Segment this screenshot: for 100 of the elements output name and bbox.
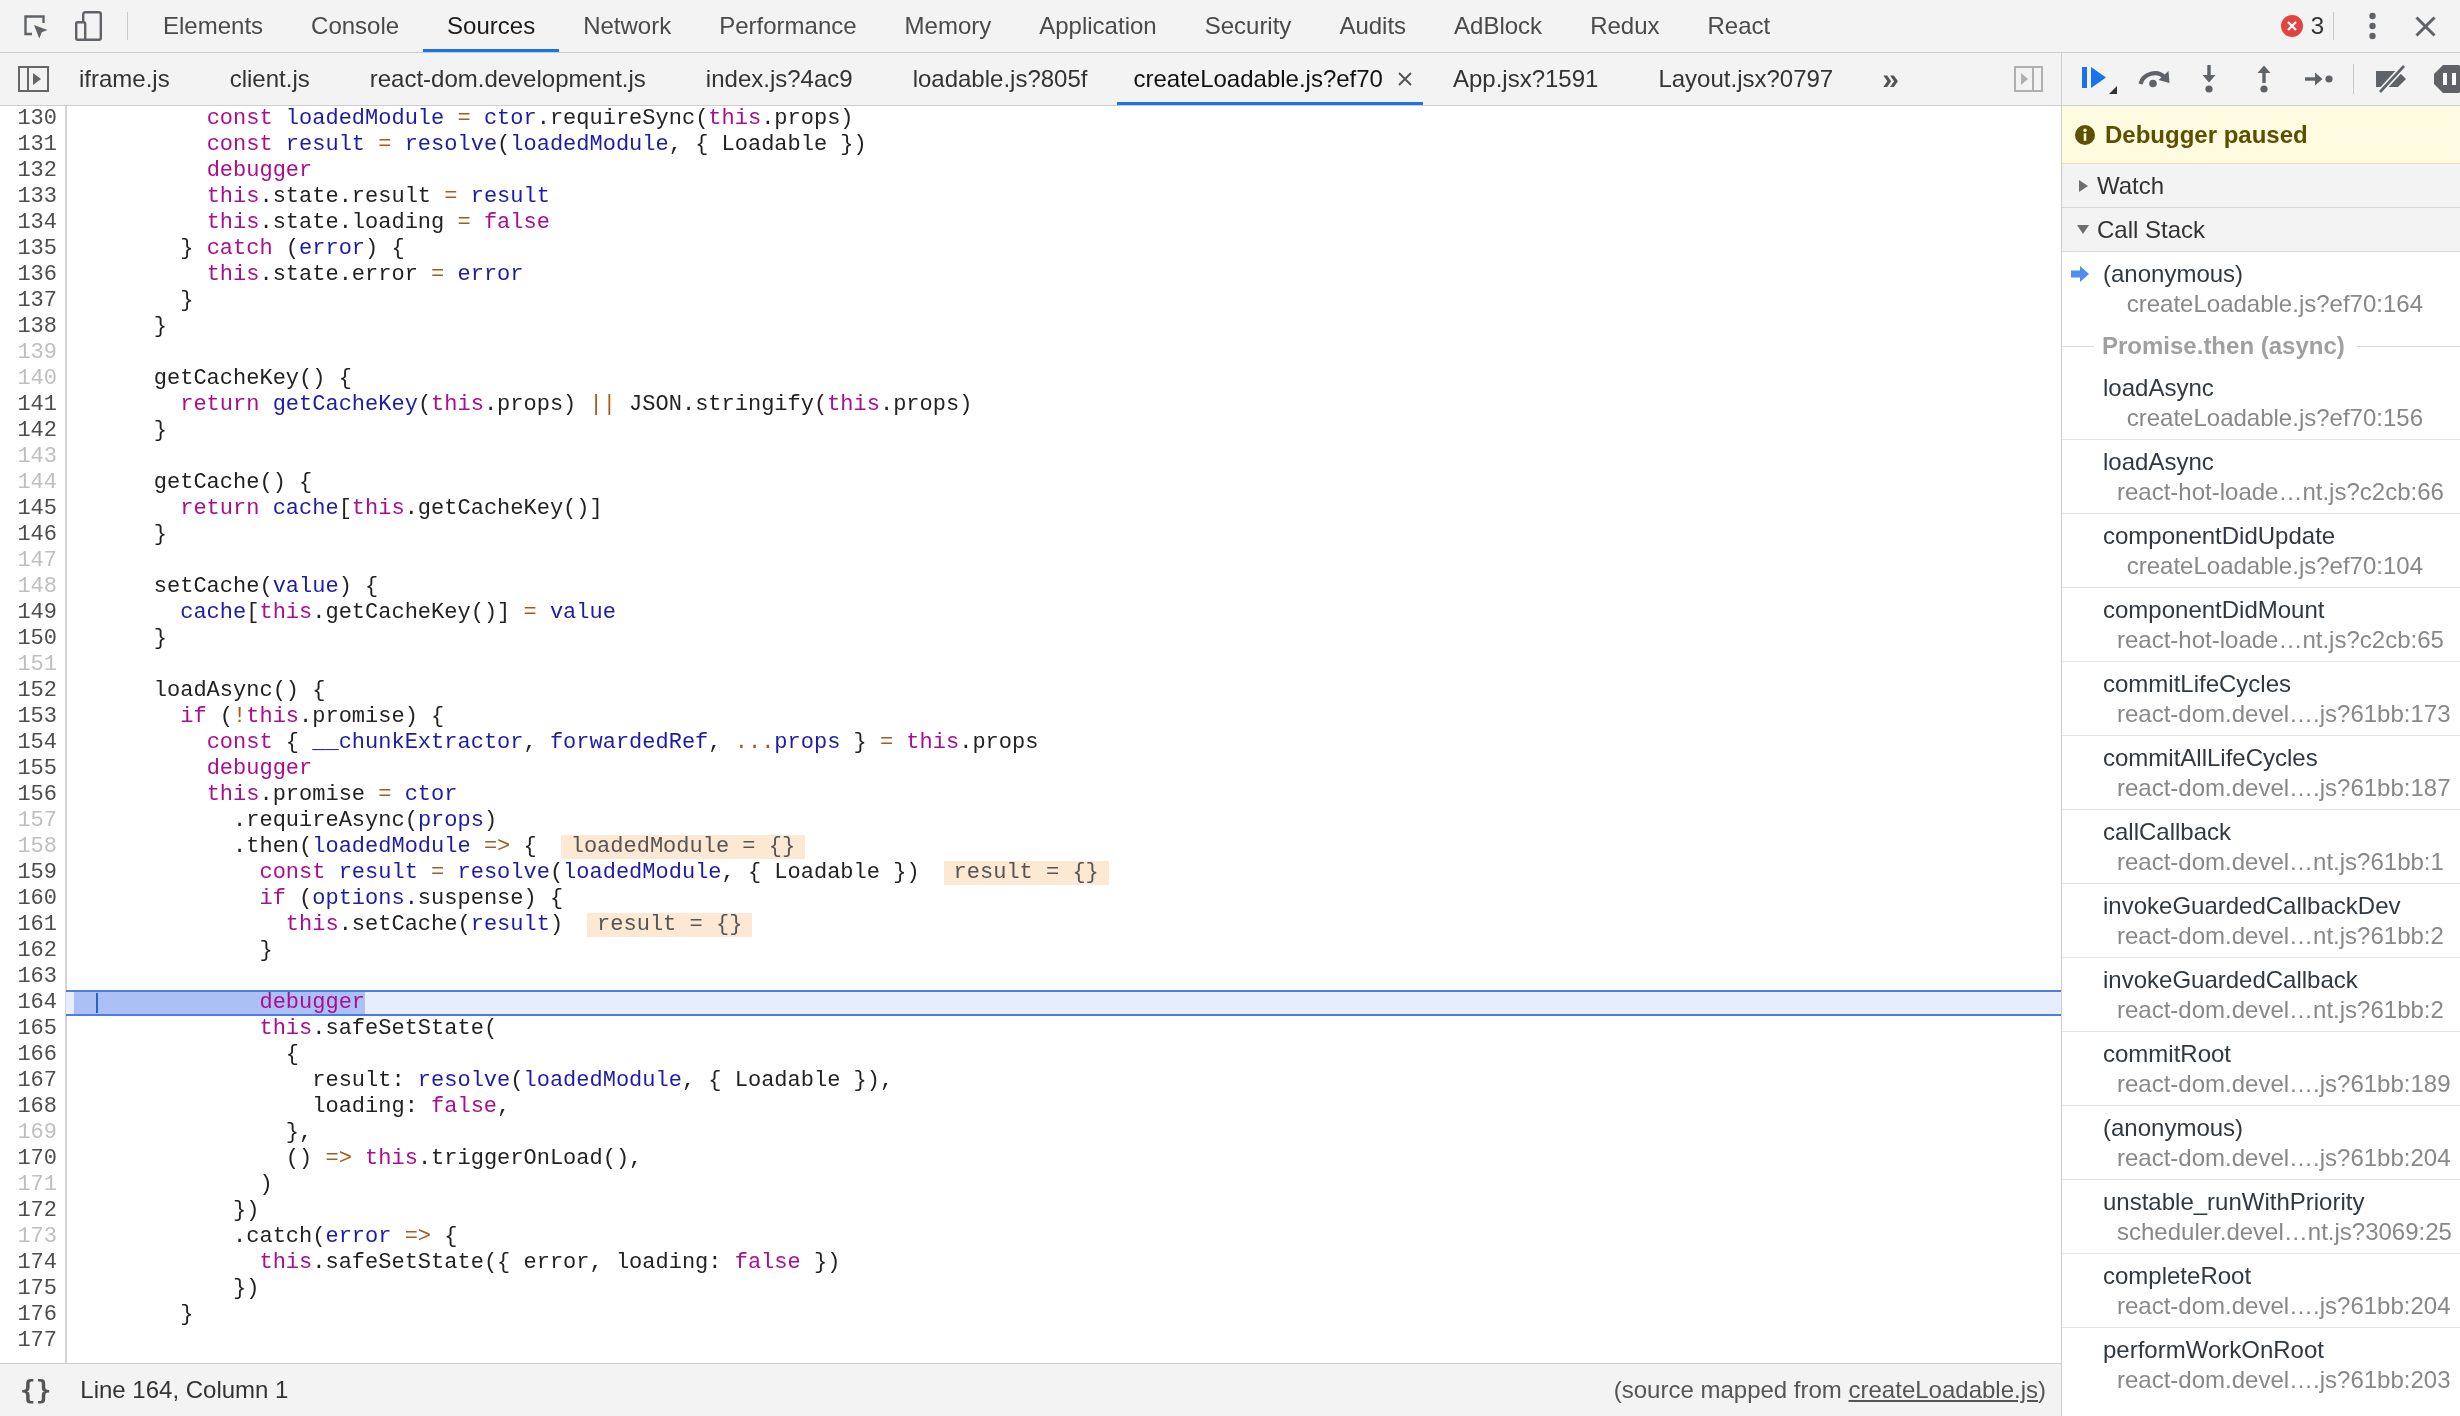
inline-value: result = {} [943, 861, 1109, 885]
call-frame[interactable]: loadAsync react-hot-loade…nt.js?c2cb:66 [2062, 440, 2460, 514]
down-arrow-dot-icon[interactable] [2201, 65, 2216, 93]
banner-text: Debugger paused [2105, 120, 2308, 149]
line-number: 164 [16, 990, 58, 1016]
call-frame[interactable]: unstable_runWithPriority scheduler.devel…nt.js?3069:25 [2062, 1180, 2460, 1254]
code-line: } catch (error) { [180, 238, 405, 260]
call-frame[interactable]: invokeGuardedCallback react-dom.devel…nt.js?61bb:2 [2062, 958, 2460, 1032]
error-counter-button[interactable]: 3 [2280, 12, 2324, 40]
code-line: () => this.triggerOnLoad(), [285, 1148, 643, 1170]
call-frame[interactable]: completeRoot react-dom.devel….js?61bb:204 [2062, 1254, 2460, 1328]
panel-tab[interactable]: Console [287, 0, 424, 52]
line-number: 149 [16, 600, 58, 626]
panel-tab[interactable]: Audits [1315, 0, 1431, 52]
line-number: 144 [16, 470, 58, 496]
call-frame[interactable]: loadAsync createLoadable.js?ef70:156 [2062, 366, 2460, 440]
sidebar-panel-icon[interactable] [18, 66, 49, 92]
call-frame[interactable]: componentDidMount react-hot-loade…nt.js?c2cb:65 [2062, 588, 2460, 662]
source-map-note: (source mapped from createLoadable.js) [1613, 1376, 2046, 1404]
more-tabs-button[interactable]: » [1880, 64, 1901, 94]
frame-name: (anonymous) [2103, 260, 2244, 288]
pointer-box-icon[interactable] [22, 12, 49, 40]
file-tab[interactable]: index.js?4ac9 [675, 53, 883, 105]
file-tab[interactable]: createLoadable.js?ef70 [1117, 53, 1423, 105]
line-number: 154 [16, 730, 58, 756]
line-number: 162 [16, 938, 58, 964]
frame-location: react-dom.devel….js?61bb:204 [2117, 1292, 2451, 1320]
code-line: this.state.loading = false [206, 212, 550, 234]
line-number: 151 [16, 652, 58, 678]
line-number: 133 [16, 184, 58, 210]
right-arrow-dot-icon[interactable] [2304, 72, 2333, 86]
bar-play-icon[interactable] [2080, 64, 2117, 94]
panel-tab[interactable]: Memory [880, 0, 1016, 52]
panel-tab[interactable]: Application [1015, 0, 1181, 52]
up-arrow-dot-icon[interactable] [2256, 65, 2271, 93]
line-number: 146 [16, 522, 58, 548]
panel-tab[interactable]: Network [559, 0, 696, 52]
frame-location: react-dom.devel….js?61bb:203 [2117, 1366, 2451, 1394]
close-icon[interactable] [2415, 15, 2436, 37]
frame-name: invokeGuardedCallback [2103, 966, 2358, 994]
call-frame[interactable]: (anonymous) createLoadable.js?ef70:164 [2062, 252, 2460, 326]
panel-tab[interactable]: AdBlock [1430, 0, 1567, 52]
line-number: 147 [16, 548, 58, 574]
line-number: 161 [16, 912, 58, 938]
frame-name: unstable_runWithPriority [2103, 1188, 2365, 1216]
file-tab[interactable]: Layout.jsx?0797 [1628, 53, 1864, 105]
call-frame[interactable]: performWorkOnRoot react-dom.devel….js?61bb:203 [2062, 1328, 2460, 1402]
panel-tab[interactable]: Redux [1566, 0, 1684, 52]
panel-tab[interactable]: React [1683, 0, 1795, 52]
phone-tablet-icon[interactable] [75, 11, 102, 41]
source-file-link[interactable]: createLoadable.js [1848, 1376, 2038, 1403]
call-frame[interactable]: commitLifeCycles react-dom.devel….js?61bb:173 [2062, 662, 2460, 736]
code-line: this.setCache(result) [285, 914, 564, 936]
panel-tab[interactable]: Elements [139, 0, 288, 52]
call-frame[interactable]: (anonymous) react-dom.devel….js?61bb:204 [2062, 1106, 2460, 1180]
code-line: } [153, 524, 167, 546]
line-number: 159 [16, 860, 58, 886]
code-line: loadAsync() { [153, 680, 326, 702]
code-line: if (!this.promise) { [180, 706, 445, 728]
panel-tab[interactable]: Performance [695, 0, 881, 52]
frame-name: performWorkOnRoot [2103, 1336, 2324, 1364]
file-tab[interactable]: loadable.js?805f [882, 53, 1118, 105]
slashed-label-icon[interactable] [2374, 65, 2409, 93]
file-tab[interactable]: react-dom.development.js [339, 53, 676, 105]
section-header[interactable]: Watch [2062, 164, 2460, 208]
file-tab[interactable]: App.jsx?1591 [1422, 53, 1629, 105]
octagon-pause-icon[interactable] [2434, 65, 2460, 93]
frame-location: createLoadable.js?ef70:156 [2126, 404, 2423, 432]
close-icon[interactable] [1396, 71, 1413, 87]
line-number: 135 [16, 236, 58, 262]
section-header[interactable]: Call Stack [2062, 208, 2460, 252]
code-line: debugger [206, 758, 313, 780]
code-line: }, [285, 1122, 313, 1144]
file-tab[interactable]: client.js [199, 53, 340, 105]
code-line: }) [233, 1200, 260, 1222]
frame-name: componentDidMount [2103, 596, 2325, 624]
code-line: this.promise = ctor [206, 784, 458, 806]
line-number: 153 [16, 704, 58, 730]
vertical-dots-icon[interactable] [2368, 12, 2377, 40]
line-number: 168 [16, 1094, 58, 1120]
code-line: ) [259, 1174, 273, 1196]
panel-tab[interactable]: Security [1180, 0, 1316, 52]
pretty-print-button[interactable]: {} [16, 1375, 56, 1405]
call-frame[interactable]: commitRoot react-dom.devel….js?61bb:189 [2062, 1032, 2460, 1106]
call-frame[interactable]: invokeGuardedCallbackDev react-dom.devel…nt.js?61bb:2 [2062, 884, 2460, 958]
call-frame[interactable]: callCallback react-dom.devel…nt.js?61bb:1 [2062, 810, 2460, 884]
line-number: 155 [16, 756, 58, 782]
line-number: 130 [16, 106, 58, 132]
code-line: const loadedModule = ctor.requireSync(this.props) [206, 108, 854, 130]
line-number: 166 [16, 1042, 58, 1068]
line-number: 145 [16, 496, 58, 522]
code-line: } [153, 628, 167, 650]
call-frame[interactable]: commitAllLifeCycles react-dom.devel….js?61bb:187 [2062, 736, 2460, 810]
panel-toggle-icon[interactable] [2014, 66, 2043, 92]
file-tab[interactable]: iframe.js [49, 53, 200, 105]
frame-name: callCallback [2103, 818, 2232, 846]
code-line: debugger [206, 160, 313, 182]
code-line: getCacheKey() { [153, 368, 352, 390]
code-line: this.safeSetState({ error, loading: false }) [259, 1252, 841, 1274]
call-frame[interactable]: componentDidUpdate createLoadable.js?ef70:104 [2062, 514, 2460, 588]
